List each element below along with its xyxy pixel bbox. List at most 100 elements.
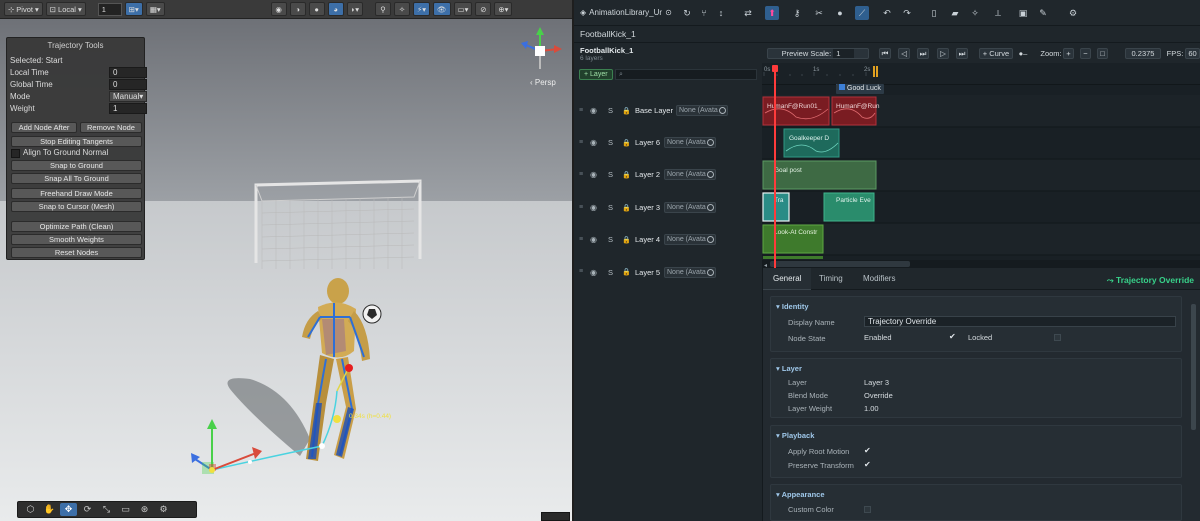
record-icon[interactable]: ● (833, 6, 847, 20)
lock-icon[interactable]: 🔒 (622, 107, 631, 115)
target-icon[interactable]: ⊙ (665, 8, 672, 17)
clip-humanf-run[interactable]: HumanF@Run (831, 96, 880, 126)
lock-icon[interactable]: 🔒 (622, 268, 631, 276)
tangent-handle[interactable] (345, 364, 353, 372)
solo-toggle[interactable]: S (608, 138, 613, 147)
go-to-start-icon[interactable]: ⏮ (879, 48, 891, 59)
layer-weight-value[interactable]: 1.00 (864, 404, 879, 413)
track-row-layer-3[interactable]: ≡ ◉ S 🔒 Layer 3 None (Avata (574, 192, 762, 223)
eye-icon[interactable]: ◉ (590, 203, 597, 212)
track-search-input[interactable]: ⌕ (615, 69, 757, 80)
time-ruler-canvas[interactable]: 0s 1s 2s (762, 63, 1200, 85)
solo-toggle[interactable]: S (608, 170, 613, 179)
clip-particle-event[interactable]: Particle Eve (823, 192, 875, 222)
undo-icon[interactable]: ↶ (880, 6, 894, 20)
local-time-field[interactable]: 0 (109, 67, 147, 78)
stop-editing-tangents-button[interactable]: Stop Editing Tangents (11, 136, 142, 147)
display-name-input[interactable]: Trajectory Override (864, 316, 1176, 327)
time-ruler[interactable]: 0s 1s 2s (762, 63, 1200, 85)
snap-to-ground-button[interactable]: Snap to Ground (11, 160, 142, 171)
drag-handle-icon[interactable]: ≡ (579, 107, 583, 114)
persp-label[interactable]: ‹ Persp (530, 78, 556, 87)
object-picker-icon[interactable] (707, 236, 714, 243)
eye-icon[interactable]: ◉ (590, 138, 597, 147)
solo-toggle[interactable]: S (608, 106, 613, 115)
lock-icon[interactable]: 🔒 (622, 139, 631, 147)
zoom-fit-button[interactable]: □ (1097, 48, 1108, 59)
solo-toggle[interactable]: S (608, 235, 613, 244)
drag-handle-icon[interactable]: ≡ (579, 171, 583, 178)
gizmos-icon[interactable]: ⊘ (475, 2, 492, 16)
wand-icon[interactable]: ⟋ (855, 6, 869, 20)
avatar-mask-field[interactable]: None (Avata (664, 137, 716, 148)
avatar-mask-field[interactable]: None (Avata (664, 267, 716, 278)
timeline-scroll-thumb[interactable] (770, 261, 910, 267)
grid-visibility-button[interactable]: ▦▾ (145, 2, 165, 16)
effects-icon[interactable]: ⚡▾ (412, 2, 430, 16)
trajectory-node-selected[interactable] (333, 415, 341, 423)
lock-icon[interactable]: 🔒 (622, 171, 631, 179)
scene-view[interactable]: ⊹ Pivot ▾ ⊡ Local ▾ 1 ⊞▾ ▦▾ ◉ ◑ ● ◕ ◗▾ ⚲ ✧ ⚡… (0, 0, 572, 521)
track-row-layer-6[interactable]: ≡ ◉ S 🔒 Layer 6 None (Avata (574, 127, 762, 158)
folder-icon[interactable]: ▰ (948, 6, 962, 20)
move-tool-icon[interactable]: ✥ (60, 503, 77, 516)
add-curve-button[interactable]: + Curve (979, 48, 1013, 59)
track-row-layer-2[interactable]: ≡ ◉ S 🔒 Layer 2 None (Avata (574, 159, 762, 190)
next-key-icon[interactable]: ⏭ (956, 48, 968, 59)
prev-key-icon[interactable]: ⏭ (917, 48, 929, 59)
solo-toggle[interactable]: S (608, 268, 613, 277)
tab-modifiers[interactable]: Modifiers (853, 268, 905, 290)
mode-2d-icon[interactable]: ⚲ (374, 2, 391, 16)
object-picker-icon[interactable] (707, 269, 714, 276)
camera-icon[interactable]: ▭▾ (453, 2, 473, 16)
timeline[interactable]: HumanF@Run01_ HumanF@Run Goalkeeper D Go… (762, 43, 1200, 268)
range-end-marker[interactable] (876, 66, 878, 77)
preview-scale-value[interactable]: 1 (833, 49, 855, 58)
add-node-after-button[interactable]: Add Node After (11, 122, 77, 133)
snap-all-to-ground-button[interactable]: Snap All To Ground (11, 173, 142, 184)
trajectory-node[interactable] (248, 460, 252, 464)
event-marker[interactable]: Good Luck (836, 84, 884, 94)
cut-icon[interactable]: ✂ (812, 6, 826, 20)
reset-nodes-button[interactable]: Reset Nodes (11, 247, 142, 258)
branch-icon[interactable]: ⑂ (697, 6, 711, 20)
object-picker-icon[interactable] (707, 204, 714, 211)
trajectory-node[interactable] (319, 443, 325, 449)
remove-node-button[interactable]: Remove Node (80, 122, 142, 133)
rect-tool-icon[interactable]: ▭ (117, 503, 134, 516)
rotate-tool-icon[interactable]: ⟳ (79, 503, 96, 516)
object-picker-icon[interactable] (707, 171, 714, 178)
lock-icon[interactable]: 🔒 (622, 204, 631, 212)
eye-icon[interactable]: ◉ (590, 170, 597, 179)
track-row-base-layer[interactable]: ≡ ◉ S 🔒 Base Layer None (Avata (574, 95, 762, 126)
tab-general[interactable]: General (763, 268, 812, 290)
lighting-icon[interactable]: ✧ (393, 2, 410, 16)
playhead-line[interactable] (774, 72, 776, 268)
avatar-mask-field[interactable]: None (Avata (664, 234, 716, 245)
global-time-field[interactable]: 0 (109, 79, 147, 90)
drag-handle-icon[interactable]: ≡ (579, 139, 583, 146)
vertical-move-icon[interactable]: ↕ (714, 6, 728, 20)
grid-snap-button[interactable]: ⊞▾ (124, 2, 143, 16)
fps-field[interactable]: 60 (1185, 48, 1200, 59)
zoom-in-button[interactable]: + (1063, 48, 1074, 59)
locked-checkbox[interactable] (1054, 334, 1061, 341)
target-select-icon[interactable]: ✧ (968, 6, 982, 20)
new-file-icon[interactable]: ▯ (927, 6, 941, 20)
clip-goalkeeper[interactable]: Goalkeeper D (783, 128, 840, 158)
animation-tab[interactable]: ◈ AnimationLibrary_Ur ⊙ (580, 8, 672, 17)
scale-tool-icon[interactable]: ⤡ (98, 503, 115, 516)
track-row-layer-5[interactable]: ≡ ◉ S 🔒 Layer 5 None (Avata (574, 256, 762, 278)
range-end-marker[interactable] (873, 66, 875, 77)
clip-partial[interactable] (763, 256, 823, 259)
optimize-path-button[interactable]: Optimize Path (Clean) (11, 221, 142, 232)
transform-tool-icon[interactable]: ⊛ (136, 503, 153, 516)
pivot-dropdown[interactable]: ⊹ Pivot ▾ (4, 2, 43, 16)
clip-goal-post[interactable]: Goal post (762, 160, 877, 190)
section-header[interactable]: ▾ Layer (776, 364, 802, 373)
avatar-mask-field[interactable]: None (Avata (676, 105, 728, 116)
playhead-handle[interactable] (772, 65, 778, 72)
shading-lit-icon[interactable]: ◕ (327, 2, 344, 16)
clip-humanf-run01[interactable]: HumanF@Run01_ (762, 96, 830, 126)
enabled-checkbox[interactable]: ✔ (949, 332, 956, 341)
